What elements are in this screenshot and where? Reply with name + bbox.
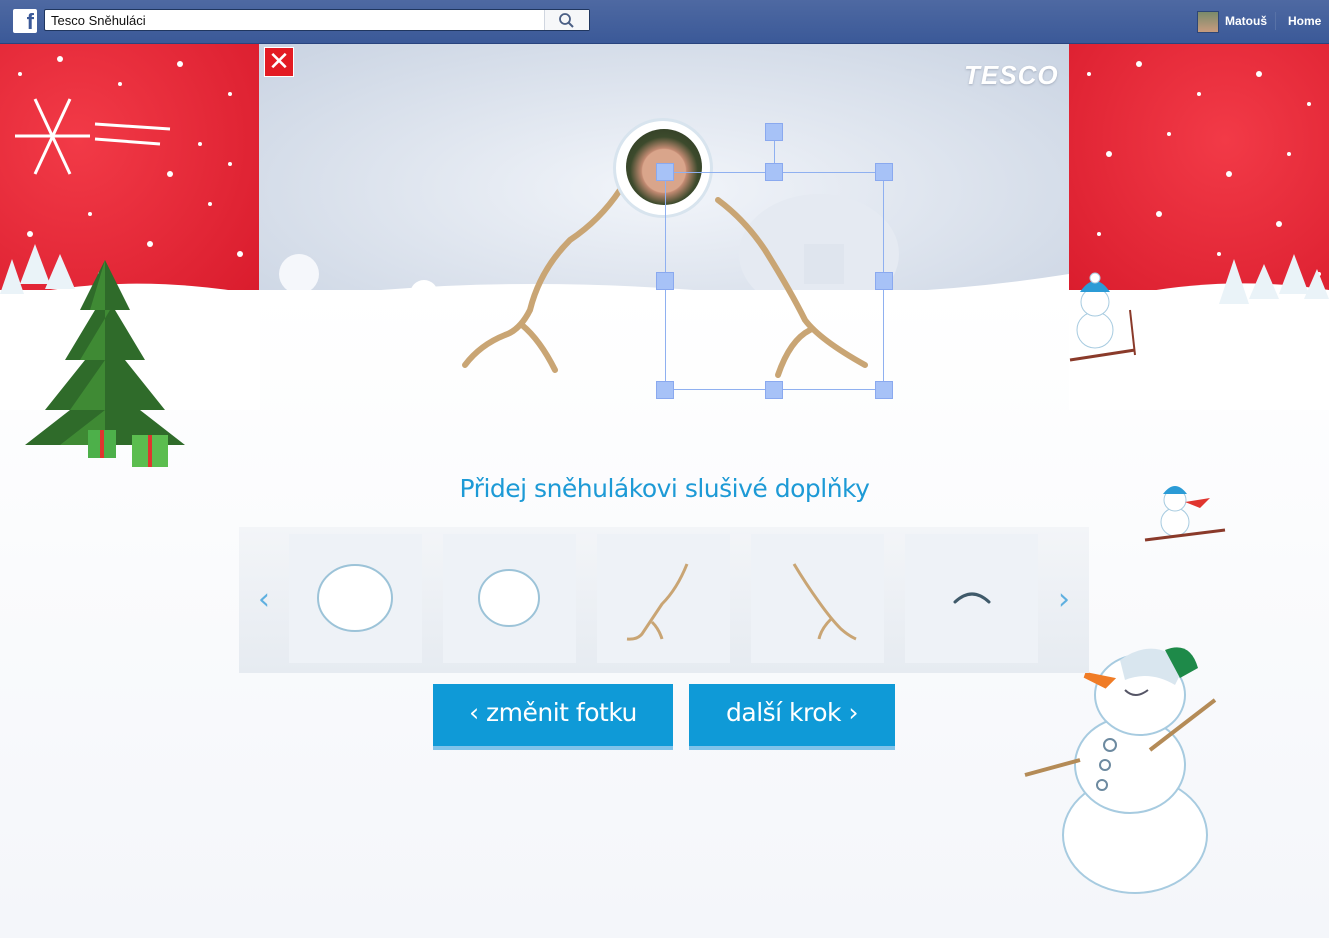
left-branch-icon	[626, 563, 689, 641]
avatar	[1197, 11, 1219, 33]
resize-handle-top-right[interactable]	[875, 163, 893, 181]
close-button[interactable]: ✕	[264, 47, 294, 77]
resize-handle-bottom-left[interactable]	[656, 381, 674, 399]
home-link[interactable]: Home	[1288, 14, 1321, 28]
search-input[interactable]	[51, 12, 541, 28]
search-icon	[559, 13, 574, 28]
star-ornament	[15, 98, 171, 175]
facebook-logo-letter: f	[26, 9, 34, 34]
resize-handle-right[interactable]	[875, 272, 893, 290]
carousel-prev-button[interactable]: ‹	[249, 582, 279, 618]
christmas-tree-illustration	[25, 260, 185, 467]
large-snowman-illustration	[1024, 647, 1217, 894]
step-heading: Přidej sněhulákovi slušivé doplňky	[459, 474, 870, 503]
facebook-top-bar: f Matouš Home	[0, 0, 1329, 44]
close-icon: ✕	[268, 47, 290, 77]
accessory-item-mouth[interactable]	[905, 534, 1038, 663]
accessory-item-right-arm[interactable]	[751, 534, 884, 663]
accessory-item-large-snowball[interactable]	[289, 534, 422, 663]
resize-handle-left[interactable]	[656, 272, 674, 290]
skiing-snowman-illustration	[1069, 272, 1136, 362]
facebook-logo-icon[interactable]: f	[13, 9, 37, 34]
resize-handle-top-left[interactable]	[656, 163, 674, 181]
chevron-left-icon: ‹	[258, 582, 270, 617]
topbar-divider	[1275, 12, 1276, 30]
chevron-right-icon: ›	[1058, 582, 1070, 617]
selection-box[interactable]	[665, 172, 884, 390]
resize-handle-top[interactable]	[765, 163, 783, 181]
rotation-handle[interactable]	[765, 123, 783, 141]
carousel-next-button[interactable]: ›	[1049, 582, 1079, 618]
resize-handle-bottom[interactable]	[765, 381, 783, 399]
resize-handle-bottom-right[interactable]	[875, 381, 893, 399]
change-photo-button[interactable]: ‹ změnit fotku	[433, 684, 673, 746]
small-snowball-icon	[478, 569, 540, 627]
tesco-logo: TESCO	[964, 60, 1059, 90]
accessory-item-left-arm[interactable]	[597, 534, 730, 663]
next-step-button[interactable]: další krok ›	[689, 684, 895, 746]
user-name: Matouš	[1225, 14, 1267, 28]
large-snowball-icon	[317, 564, 393, 632]
search-box[interactable]	[44, 9, 590, 31]
accessory-item-small-snowball[interactable]	[443, 534, 576, 663]
mouth-curve-icon	[953, 592, 991, 604]
accessory-carousel: ‹ ›	[239, 527, 1089, 673]
search-button[interactable]	[544, 10, 589, 30]
right-branch-icon	[792, 563, 857, 641]
